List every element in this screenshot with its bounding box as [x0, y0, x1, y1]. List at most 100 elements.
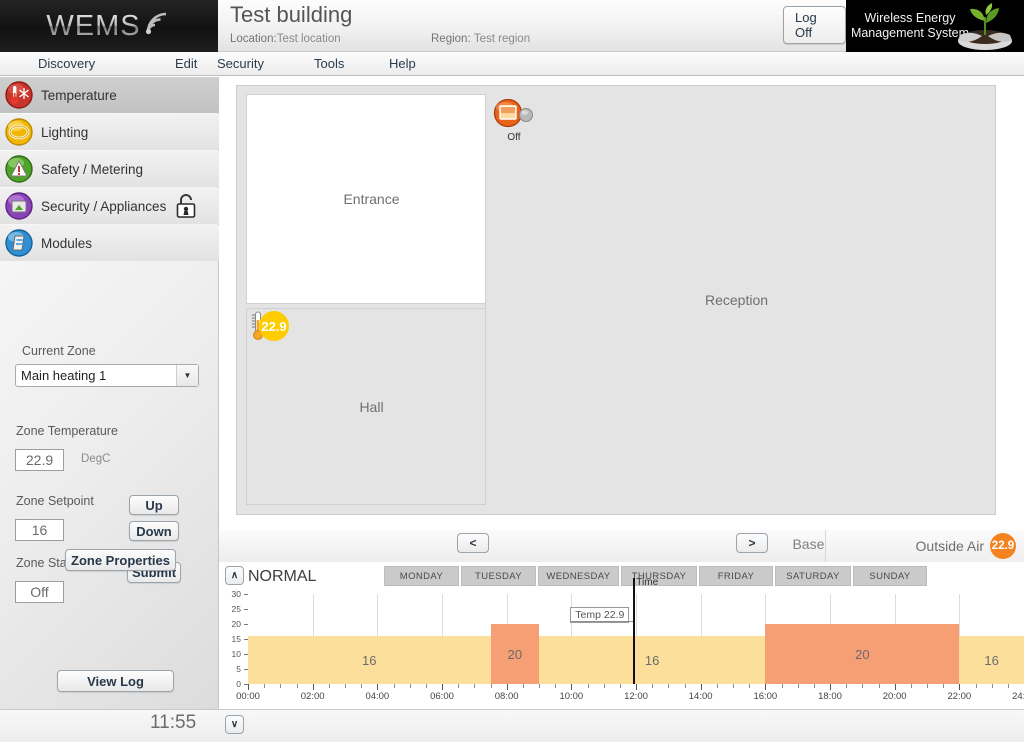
chart-x-tick-minor: [991, 684, 993, 688]
chart-x-tick-minor: [862, 684, 864, 688]
room-label: Reception: [704, 291, 769, 308]
brand-panel: Wireless Energy Management System: [846, 0, 1024, 52]
hands-holding-plant-icon: [958, 3, 1012, 50]
chart-x-tick-minor: [878, 684, 880, 688]
sidebar-item-label: Lighting: [41, 124, 89, 140]
chart-x-tick-minor: [910, 684, 912, 688]
schedule-block[interactable]: 16: [959, 636, 1024, 684]
menu-item-edit[interactable]: Edit: [175, 56, 197, 71]
sidebar-item-label: Security / Appliances: [41, 198, 167, 214]
menu-item-help[interactable]: Help: [389, 56, 416, 71]
chart-y-tick-mark: [244, 624, 248, 625]
sidebar-item-modules[interactable]: Modules: [0, 225, 219, 261]
tab-monday[interactable]: MONDAY: [384, 566, 459, 586]
chart-x-tick-minor: [587, 684, 589, 688]
main-menu-bar: Discovery Edit Security Tools Help: [0, 52, 1024, 76]
next-floor-button[interactable]: >: [736, 533, 768, 553]
chart-x-tick-minor: [1007, 684, 1009, 688]
room-reception-label-wrap: Reception: [485, 94, 988, 505]
chart-y-tick-label: 5: [236, 664, 241, 674]
current-zone-select[interactable]: Main heating 1 ▼: [15, 364, 199, 387]
chart-x-tick-label: 00:00: [236, 691, 260, 702]
location-meta: Location:Test location: [230, 33, 341, 45]
menu-item-discovery[interactable]: Discovery: [38, 56, 95, 71]
thermometer-value-badge: 22.9: [259, 311, 289, 341]
application-window: WEMS Test building Location:Test locatio…: [0, 0, 1024, 742]
chart-x-tick-minor: [668, 684, 670, 688]
module-card-icon: [5, 229, 33, 257]
chart-x-tick-label: 08:00: [494, 691, 519, 702]
chart-x-tick-label: 06:00: [430, 691, 454, 702]
menu-item-security[interactable]: Security: [217, 56, 264, 71]
blind-device-widget[interactable]: Off: [490, 98, 538, 143]
chart-x-tick-minor: [797, 684, 799, 688]
room-label: Entrance: [343, 191, 400, 207]
tab-wednesday[interactable]: WEDNESDAY: [538, 566, 619, 586]
room-entrance[interactable]: Entrance: [246, 94, 497, 304]
sidebar-item-safety-metering[interactable]: Safety / Metering: [0, 151, 219, 187]
setpoint-down-button[interactable]: Down: [129, 521, 179, 541]
outside-air-label: Outside Air: [915, 538, 984, 554]
lightbulb-icon: [5, 118, 33, 146]
chart-x-tick-minor: [522, 684, 524, 688]
thermometer-widget[interactable]: 22.9: [251, 311, 289, 341]
chart-y-tick-label: 25: [231, 604, 241, 614]
room-label: Hall: [359, 398, 384, 415]
chart-x-tick-minor: [539, 684, 540, 688]
app-header: WEMS Test building Location:Test locatio…: [0, 0, 1024, 52]
chart-x-tick-minor: [328, 684, 330, 688]
chart-x-tick-minor: [652, 684, 654, 688]
current-temp-indicator-line: [570, 621, 634, 623]
tab-saturday[interactable]: SATURDAY: [775, 566, 851, 586]
current-zone-label: Current Zone: [22, 344, 96, 358]
chart-x-tick-minor: [975, 684, 977, 688]
sidebar-item-temperature[interactable]: Temperature: [0, 77, 219, 113]
sidebar-item-lighting[interactable]: Lighting: [0, 114, 219, 150]
collapse-down-button[interactable]: ∨: [225, 715, 244, 734]
collapse-up-button[interactable]: ∧: [225, 566, 244, 585]
region-meta: Region: Test region: [431, 33, 530, 45]
chart-x-tick-minor: [409, 684, 411, 688]
chart-x-tick-minor: [716, 684, 718, 688]
chart-x-tick-major: [248, 684, 249, 690]
chart-x-tick-minor: [733, 684, 734, 688]
chart-y-tick-label: 10: [231, 649, 241, 659]
padlock-open-icon[interactable]: [175, 192, 197, 220]
current-time-marker[interactable]: [633, 578, 635, 684]
clock-display: 11:55: [150, 712, 197, 733]
outside-air-badge: 22.9: [990, 533, 1016, 559]
blind-status-label: Off: [507, 132, 521, 143]
setpoint-up-button[interactable]: Up: [129, 495, 179, 515]
tab-tuesday[interactable]: TUESDAY: [461, 566, 536, 586]
chart-x-tick-label: 22:00: [947, 691, 972, 702]
chart-y-tick-label: 15: [231, 634, 241, 644]
wifi-signal-icon: [142, 8, 172, 44]
schedule-block[interactable]: 20: [490, 624, 539, 684]
chart-x-tick-major: [506, 684, 508, 690]
zone-properties-button[interactable]: Zone Properties: [65, 549, 176, 571]
schedule-block[interactable]: 16: [248, 636, 491, 684]
chart-x-tick-minor: [555, 684, 557, 688]
schedule-block[interactable]: 16: [539, 636, 766, 684]
sidebar-item-label: Safety / Metering: [41, 161, 144, 177]
tab-sunday[interactable]: SUNDAY: [853, 566, 927, 586]
chevron-down-icon[interactable]: ▼: [176, 365, 198, 386]
log-off-button[interactable]: Log Off: [783, 6, 846, 44]
chart-x-tick-minor: [749, 684, 751, 688]
chart-x-tick-minor: [781, 684, 783, 688]
tab-friday[interactable]: FRIDAY: [699, 566, 773, 586]
menu-item-tools[interactable]: Tools: [314, 56, 344, 71]
schedule-block[interactable]: 20: [765, 624, 960, 684]
chart-x-tick-label: 16:00: [753, 691, 778, 702]
sidebar-item-label: Temperature: [41, 87, 117, 103]
zone-setpoint-value: 16: [15, 519, 64, 541]
previous-floor-button[interactable]: <: [457, 533, 489, 553]
chart-x-tick-major: [442, 684, 443, 690]
chart-y-tick-label: 30: [231, 589, 241, 599]
chart-x-tick-minor: [603, 684, 605, 688]
view-log-button[interactable]: View Log: [57, 670, 174, 692]
status-bar: ∨ 11:55: [0, 709, 1024, 742]
sidebar-item-security-appliances[interactable]: Security / Appliances: [0, 188, 219, 224]
chart-x-tick-label: 24:00: [1012, 691, 1024, 702]
chart-x-tick-minor: [846, 684, 848, 688]
